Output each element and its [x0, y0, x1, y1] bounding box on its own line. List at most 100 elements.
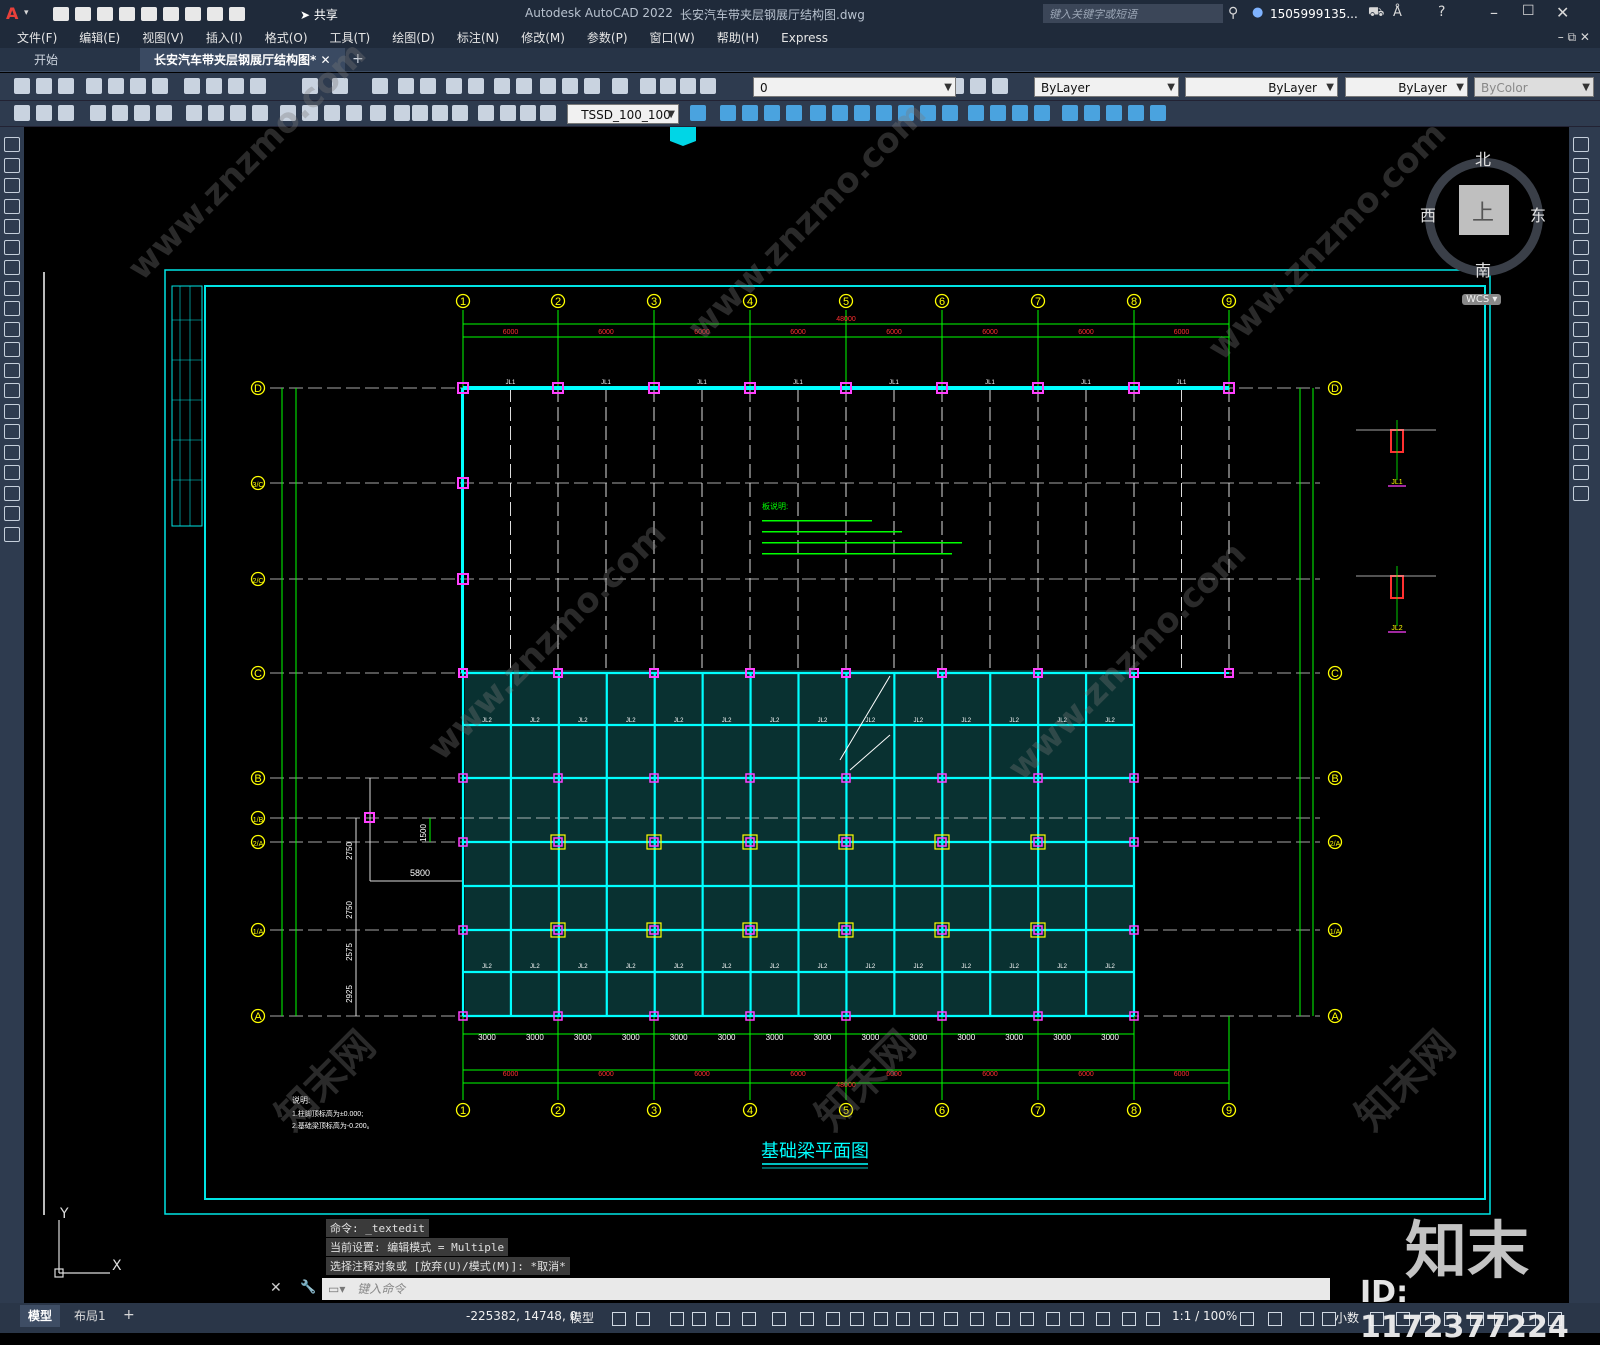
dim-update-icon[interactable] [452, 105, 468, 121]
copy-icon[interactable] [206, 78, 222, 94]
dim-aligned-icon[interactable] [742, 105, 758, 121]
grid-icon[interactable] [612, 1312, 626, 1326]
lineweight-combo[interactable]: ByLayer ▼ [1345, 77, 1468, 97]
plus-icon[interactable] [1268, 1312, 1282, 1326]
transparency-icon[interactable] [850, 1312, 864, 1326]
annotation-visibility-icon[interactable] [996, 1312, 1010, 1326]
dim-angular-icon[interactable] [186, 105, 202, 121]
selection-filter-icon[interactable] [944, 1312, 958, 1326]
units-lock-icon[interactable] [1096, 1312, 1110, 1326]
modify-tool-1-icon[interactable] [1573, 157, 1589, 173]
new-icon[interactable] [53, 6, 69, 21]
cart-icon[interactable]: ⛟ [1368, 5, 1384, 22]
match-icon[interactable] [250, 78, 266, 94]
modify-tool-14-icon[interactable] [1573, 424, 1589, 439]
draw-tool-10-icon[interactable] [4, 342, 20, 357]
dim-arc-icon[interactable] [764, 105, 780, 121]
dim-baseline-icon[interactable] [230, 105, 246, 121]
dim-update-icon[interactable] [1150, 105, 1166, 121]
publish-icon[interactable] [130, 78, 146, 94]
tssd-beam-icon[interactable] [500, 105, 516, 121]
menu-item-10[interactable]: 窗口(W) [639, 28, 706, 48]
tssd-column-icon[interactable] [520, 105, 536, 121]
paste-icon[interactable] [228, 78, 244, 94]
dim-ordinate-icon[interactable] [90, 105, 106, 121]
draw-tool-2-icon[interactable] [4, 178, 20, 193]
draw-tool-18-icon[interactable] [4, 506, 20, 521]
auto-scale-icon[interactable] [1020, 1312, 1034, 1326]
color-combo[interactable]: ByLayer ▼ [1034, 77, 1179, 97]
modify-tool-7-icon[interactable] [1573, 280, 1589, 296]
customize-icon[interactable] [1240, 1312, 1254, 1326]
redo-icon[interactable] [229, 6, 245, 21]
save-icon[interactable] [58, 78, 74, 94]
autocad-logo-icon[interactable]: A [6, 4, 18, 23]
modify-tool-9-icon[interactable] [1573, 321, 1589, 337]
quick-dim-icon[interactable] [208, 105, 224, 121]
menu-item-11[interactable]: 帮助(H) [706, 28, 770, 48]
draw-tool-15-icon[interactable] [4, 444, 20, 460]
dim-linear-icon[interactable] [14, 105, 30, 121]
3dprint-icon[interactable] [152, 78, 168, 94]
draw-tool-17-icon[interactable] [4, 485, 20, 501]
tssd-slab-icon[interactable] [690, 105, 706, 121]
dim-radius-icon[interactable] [810, 105, 826, 121]
ortho-icon[interactable] [692, 1312, 706, 1326]
modify-tool-3-icon[interactable] [1573, 198, 1589, 214]
viewcube-west[interactable]: 西 [1420, 202, 1436, 226]
maximize-icon[interactable]: ☐ [1522, 3, 1535, 19]
open-icon[interactable] [75, 6, 91, 21]
menu-item-9[interactable]: 参数(P) [576, 28, 639, 48]
modify-tool-8-icon[interactable] [1573, 301, 1589, 316]
modify-tool-16-icon[interactable] [1573, 465, 1589, 480]
dim-text-edit-icon[interactable] [432, 105, 448, 121]
model-space-button[interactable]: 模型 [570, 1309, 594, 1326]
center-mark-icon[interactable] [346, 105, 362, 121]
user-name[interactable]: 1505999135... [1270, 7, 1358, 21]
save-icon[interactable] [97, 6, 113, 21]
draw-tool-8-icon[interactable] [4, 301, 20, 316]
plot-icon[interactable] [86, 78, 102, 94]
pan-icon[interactable] [372, 78, 388, 94]
infer-icon[interactable] [670, 1312, 684, 1326]
quick-props-icon[interactable] [1300, 1312, 1314, 1326]
annotation-monitor-icon[interactable] [1046, 1312, 1060, 1326]
close-cmd-icon[interactable]: ✕ [270, 1280, 282, 1296]
calc-icon[interactable] [584, 78, 600, 94]
inspect-icon[interactable] [1062, 105, 1078, 121]
lock-ui-icon[interactable] [1322, 1312, 1336, 1326]
menu-item-4[interactable]: 格式(O) [254, 28, 319, 48]
units-button[interactable]: 小数 [1335, 1309, 1359, 1326]
zoom-window-icon[interactable] [420, 78, 436, 94]
modify-tool-17-icon[interactable] [1573, 485, 1589, 501]
draw-tool-1-icon[interactable] [4, 157, 20, 173]
dim-jogged-icon[interactable] [134, 105, 150, 121]
search-icon[interactable]: ⚲ [1228, 5, 1238, 21]
new-icon[interactable] [14, 78, 30, 94]
tab-start[interactable]: 开始 [20, 48, 72, 72]
open-web-icon[interactable] [141, 6, 157, 21]
menu-item-1[interactable]: 编辑(E) [68, 28, 131, 48]
draw-tool-7-icon[interactable] [4, 280, 20, 296]
zoom-realtime-icon[interactable] [398, 78, 414, 94]
layout1-tab[interactable]: 布局1 [66, 1305, 114, 1327]
wrench-icon[interactable]: 🔧 [300, 1280, 316, 1295]
draw-tool-19-icon[interactable] [4, 526, 20, 542]
freeze-icon[interactable] [700, 78, 716, 94]
dim-jogged-icon[interactable] [832, 105, 848, 121]
dim-edit-icon[interactable] [412, 105, 428, 121]
help-icon[interactable] [612, 78, 628, 94]
dim-diameter-icon[interactable] [156, 105, 172, 121]
workspace-icon[interactable] [1070, 1312, 1084, 1326]
sun-icon[interactable] [680, 78, 696, 94]
osnap-icon[interactable] [800, 1312, 814, 1326]
dim-space-icon[interactable] [968, 105, 984, 121]
dim-aligned-icon[interactable] [36, 105, 52, 121]
sheet-set-icon[interactable] [540, 78, 556, 94]
cmd-prompt-icon[interactable]: ▭▾ [322, 1282, 345, 1296]
preview-icon[interactable] [108, 78, 124, 94]
menu-item-0[interactable]: 文件(F) [6, 28, 68, 48]
modify-tool-13-icon[interactable] [1573, 403, 1589, 419]
center-mark-icon[interactable] [1034, 105, 1050, 121]
viewcube-north[interactable]: 北 [1475, 146, 1491, 170]
